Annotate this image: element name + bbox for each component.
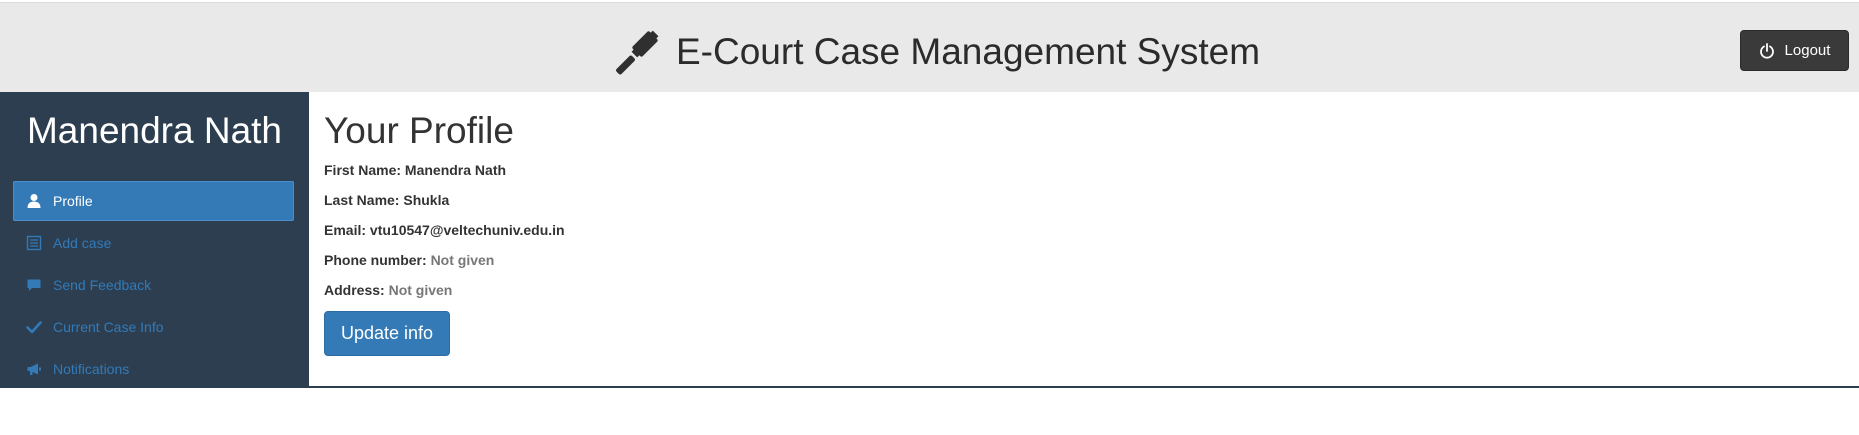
address-value: Not given <box>388 282 453 298</box>
profile-panel: Your Profile First Name: Manendra Nath L… <box>309 92 1859 388</box>
app-title: E-Court Case Management System <box>676 31 1261 72</box>
email-value: vtu10547@veltechuniv.edu.in <box>369 222 565 238</box>
first-name-row: First Name: Manendra Nath <box>324 162 506 178</box>
comment-icon <box>26 277 42 293</box>
sidebar-item-notifications[interactable]: Notifications <box>13 349 294 389</box>
logout-button[interactable]: Logout <box>1740 30 1849 71</box>
sidebar-item-label: Add case <box>53 235 112 251</box>
bullhorn-icon <box>26 361 42 377</box>
phone-row: Phone number: Not given <box>324 252 494 268</box>
sidebar: Manendra Nath Profile Add case Send Feed… <box>0 92 309 388</box>
address-label: Address: <box>324 282 385 298</box>
logout-label: Logout <box>1784 42 1831 59</box>
sidebar-item-label: Send Feedback <box>53 277 152 293</box>
sidebar-user-name: Manendra Nath <box>26 110 283 151</box>
last-name-row: Last Name: Shukla <box>324 192 449 208</box>
list-icon <box>26 235 42 251</box>
first-name-label: First Name: <box>324 162 402 178</box>
brand: E-Court Case Management System <box>616 27 1260 77</box>
power-icon <box>1759 42 1785 59</box>
email-row: Email: vtu10547@veltechuniv.edu.in <box>324 222 565 238</box>
page-title: Your Profile <box>324 110 514 151</box>
last-name-value: Shukla <box>403 192 450 208</box>
phone-value: Not given <box>430 252 495 268</box>
check-icon <box>26 319 42 335</box>
content-bottom-border <box>309 386 1859 388</box>
last-name-label: Last Name: <box>324 192 400 208</box>
sidebar-item-label: Profile <box>53 193 93 209</box>
top-header: E-Court Case Management System Logout <box>0 2 1859 92</box>
update-info-button[interactable]: Update info <box>324 311 450 356</box>
sidebar-item-current-case-info[interactable]: Current Case Info <box>13 307 294 347</box>
gavel-icon <box>616 28 676 76</box>
email-label: Email: <box>324 222 367 238</box>
address-row: Address: Not given <box>324 282 452 298</box>
first-name-value: Manendra Nath <box>404 162 507 178</box>
sidebar-item-add-case[interactable]: Add case <box>13 223 294 263</box>
phone-label: Phone number: <box>324 252 427 268</box>
sidebar-item-label: Notifications <box>53 361 130 377</box>
sidebar-nav: Profile Add case Send Feedback Current C… <box>13 181 294 391</box>
user-icon <box>26 193 42 209</box>
sidebar-item-send-feedback[interactable]: Send Feedback <box>13 265 294 305</box>
sidebar-item-profile[interactable]: Profile <box>13 181 294 221</box>
sidebar-item-label: Current Case Info <box>53 319 164 335</box>
